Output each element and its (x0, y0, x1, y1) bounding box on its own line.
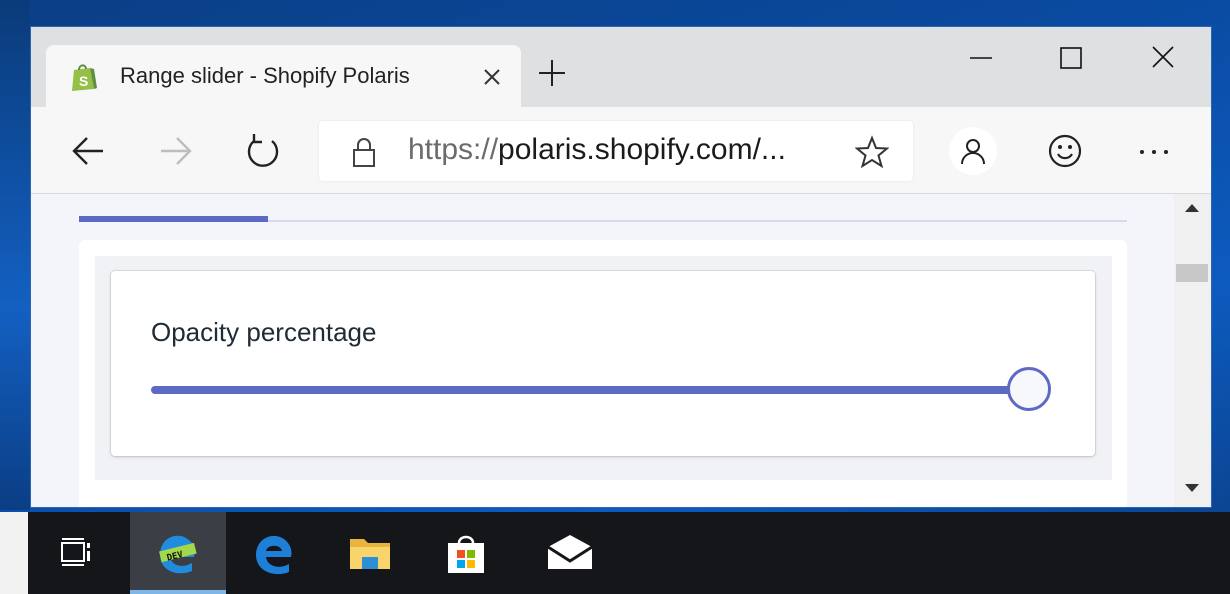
edge-taskbar-button[interactable] (226, 512, 322, 594)
taskbar-search-edge (0, 512, 28, 594)
title-bar: S Range slider - Shopify Polaris (31, 27, 1211, 107)
url-host: polaris.shopify.com/... (498, 133, 786, 166)
task-view-icon (61, 538, 90, 566)
url-text: https://polaris.shopify.com/... (408, 133, 786, 167)
slider-card: Opacity percentage (111, 271, 1095, 456)
page-content: Opacity percentage (31, 194, 1174, 507)
scrollbar-thumb[interactable] (1176, 264, 1208, 282)
minimize-icon[interactable] (961, 41, 1001, 75)
tab-title: Range slider - Shopify Polaris (120, 63, 410, 88)
task-view-button[interactable] (28, 512, 124, 594)
store-icon (448, 535, 484, 573)
browser-tab[interactable]: S Range slider - Shopify Polaris (46, 45, 521, 107)
profile-button[interactable] (949, 127, 997, 175)
address-bar[interactable]: https://polaris.shopify.com/... (319, 121, 913, 181)
new-tab-icon[interactable] (536, 57, 568, 89)
feedback-smiley-icon[interactable] (1043, 129, 1087, 173)
slider-track[interactable] (151, 386, 1011, 394)
scroll-down-arrow-icon[interactable] (1185, 484, 1199, 492)
profile-icon (961, 139, 985, 165)
back-icon[interactable] (67, 129, 111, 173)
shopify-bag-icon: S (72, 64, 97, 91)
url-scheme: https:// (408, 133, 499, 166)
favorite-star-icon[interactable] (855, 135, 889, 169)
tab-close-icon[interactable] (478, 63, 506, 91)
vertical-scrollbar[interactable] (1174, 194, 1211, 507)
store-taskbar-button[interactable] (418, 512, 514, 594)
edge-dev-icon: DEV (159, 535, 197, 574)
taskbar: DEV (0, 512, 1230, 594)
slider-thumb[interactable] (1007, 367, 1051, 411)
scroll-up-arrow-icon[interactable] (1185, 204, 1199, 212)
slider-label: Opacity percentage (151, 317, 377, 347)
refresh-icon[interactable] (241, 129, 285, 173)
lock-icon (353, 138, 375, 167)
browser-window: S Range slider - Shopify Polaris https:/… (30, 26, 1212, 508)
maximize-icon[interactable] (1051, 41, 1091, 75)
more-icon[interactable] (1132, 129, 1176, 173)
forward-icon[interactable] (153, 129, 197, 173)
file-explorer-icon (350, 539, 390, 569)
desktop-background (0, 0, 30, 510)
edge-icon (256, 535, 292, 575)
browser-toolbar: https://polaris.shopify.com/... (31, 107, 1211, 194)
mail-taskbar-button[interactable] (522, 512, 618, 594)
close-icon[interactable] (1143, 41, 1183, 75)
svg-text:S: S (79, 73, 88, 89)
file-explorer-taskbar-button[interactable] (322, 512, 418, 594)
edge-dev-taskbar-button[interactable]: DEV (130, 512, 226, 594)
section-progress-fill (79, 216, 268, 222)
mail-icon (547, 535, 593, 569)
opacity-range-slider[interactable] (151, 367, 1057, 413)
